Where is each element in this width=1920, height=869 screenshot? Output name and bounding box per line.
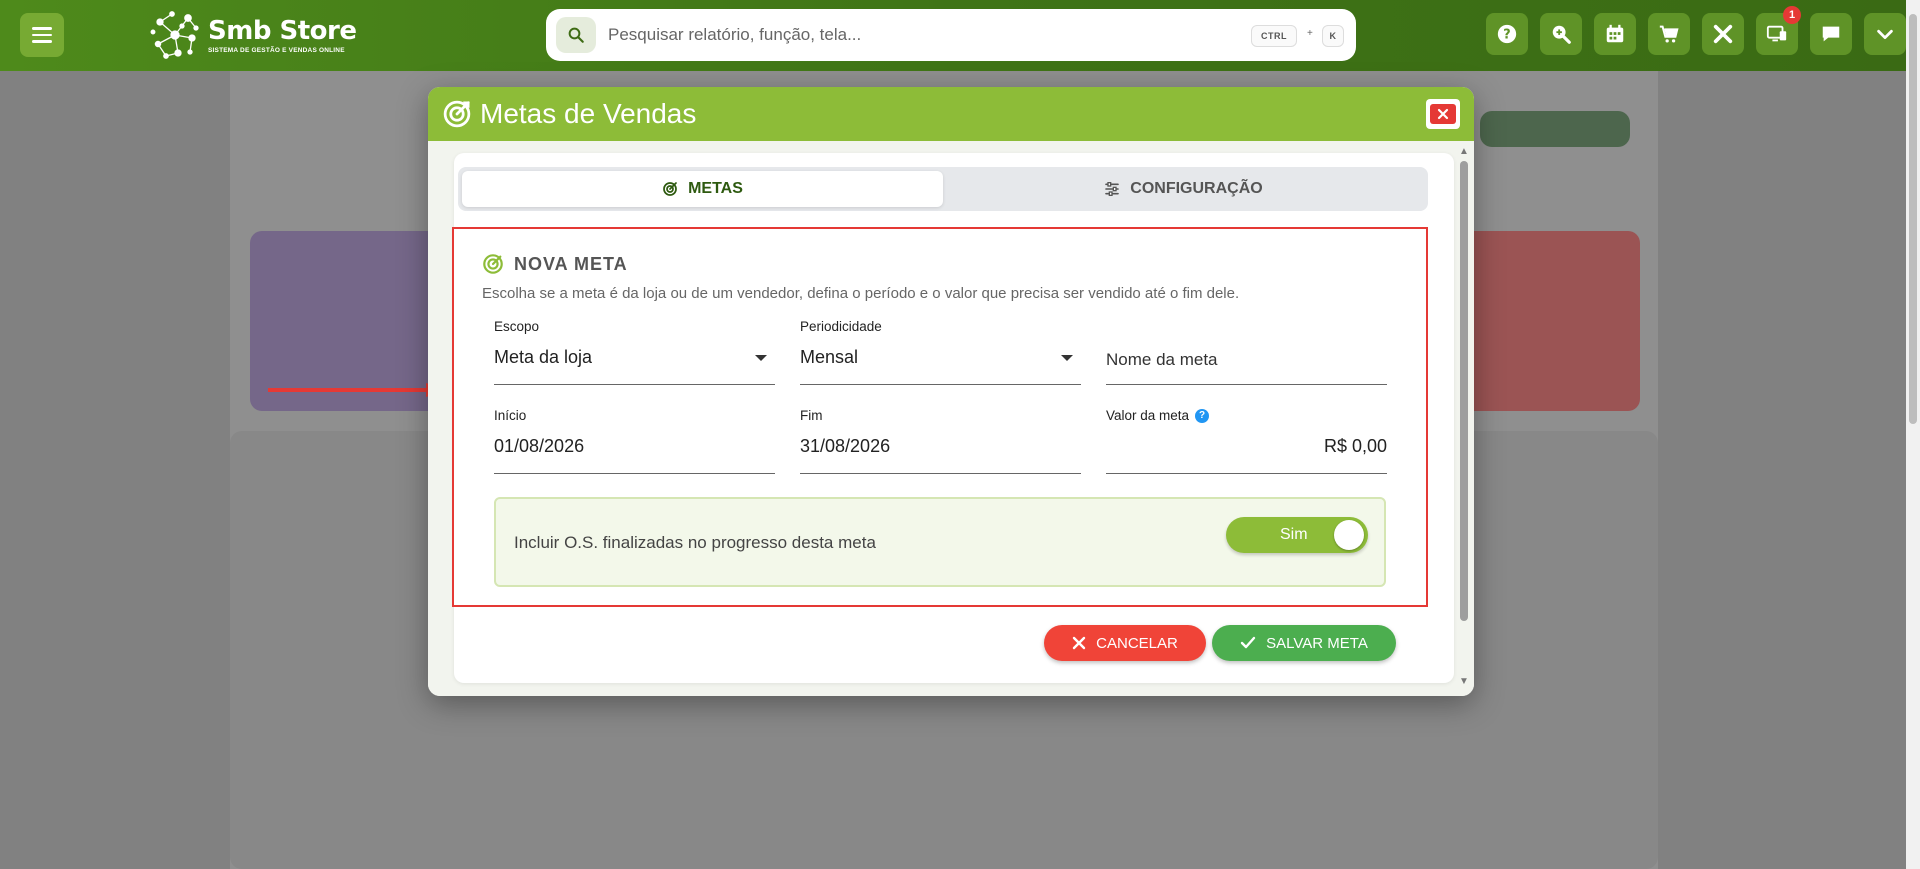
section-title: NOVA META — [482, 253, 628, 275]
section-description: Escolha se a meta é da loja ou de um ven… — [482, 285, 1240, 302]
toggle-knob — [1334, 520, 1364, 550]
periodicidade-value: Mensal — [800, 347, 859, 367]
target-icon — [663, 182, 677, 196]
cart-button[interactable] — [1648, 13, 1690, 55]
shortcut-k-key: K — [1322, 25, 1344, 47]
logo[interactable]: Smb Store SISTEMA DE GESTÃO E VENDAS ONL… — [148, 8, 357, 62]
close-icon — [1437, 108, 1449, 120]
fim-value: 31/08/2026 — [800, 436, 891, 456]
chevron-down-icon — [1877, 29, 1893, 40]
help-button[interactable]: ? — [1486, 13, 1528, 55]
search-icon[interactable] — [556, 17, 596, 53]
dropdown-caret-icon — [1061, 355, 1073, 361]
tools-button[interactable] — [1702, 13, 1744, 55]
fim-date-field[interactable]: Fim 31/08/2026 — [800, 408, 1081, 474]
page-scrollbar[interactable] — [1906, 0, 1920, 869]
logo-subtitle: SISTEMA DE GESTÃO E VENDAS ONLINE — [208, 46, 345, 54]
include-os-toggle[interactable]: Sim — [1226, 517, 1368, 553]
notification-badge: 1 — [1783, 6, 1801, 24]
escopo-label: Escopo — [494, 319, 540, 334]
save-button-label: SALVAR META — [1266, 634, 1368, 652]
tab-configuracao-label: CONFIGURAÇÃO — [1130, 180, 1263, 197]
sales-goals-modal: Metas de Vendas METAS CONFIGURAÇÃO NOVA … — [428, 87, 1474, 696]
fim-label: Fim — [800, 408, 823, 423]
tab-metas[interactable]: METAS — [462, 171, 943, 207]
valor-meta-label-wrap: Valor da meta ? — [1106, 408, 1210, 423]
new-goal-form: NOVA META Escolha se a meta é da loja ou… — [452, 227, 1428, 607]
close-button[interactable] — [1426, 99, 1460, 129]
escopo-value: Meta da loja — [494, 347, 593, 367]
tools-icon — [1713, 24, 1733, 44]
close-icon — [1072, 636, 1086, 650]
toolbar-icons: ? 1 — [1486, 6, 1906, 55]
top-bar: Smb Store SISTEMA DE GESTÃO E VENDAS ONL… — [0, 0, 1920, 71]
modal-body: METAS CONFIGURAÇÃO NOVA META Escolha se … — [428, 141, 1474, 696]
cancel-button[interactable]: CANCELAR — [1044, 625, 1206, 661]
chat-icon — [1822, 26, 1840, 42]
modal-header: Metas de Vendas — [428, 87, 1474, 141]
svg-text:?: ? — [1503, 28, 1510, 43]
modal-title: Metas de Vendas — [480, 98, 697, 129]
inicio-date-field[interactable]: Início 01/08/2026 — [494, 408, 775, 474]
logo-network-icon — [150, 11, 199, 59]
goal-target-icon — [483, 254, 503, 274]
zoom-button[interactable] — [1540, 13, 1582, 55]
include-os-label: Incluir O.S. finalizadas no progresso de… — [514, 533, 876, 552]
nome-meta-placeholder: Nome da meta — [1106, 350, 1218, 369]
shortcut-ctrl-key: CTRL — [1251, 25, 1297, 47]
tab-configuracao[interactable]: CONFIGURAÇÃO — [943, 171, 1424, 207]
monitor-icon — [1766, 25, 1787, 42]
help-icon: ? — [1497, 24, 1517, 44]
periodicidade-select[interactable]: Periodicidade Mensal — [800, 319, 1081, 385]
valor-meta-value: R$ 0,00 — [1323, 436, 1387, 456]
check-icon — [1240, 636, 1256, 649]
valor-meta-field[interactable]: Valor da meta ? R$ 0,00 — [1106, 408, 1387, 474]
dropdown-caret-icon — [755, 355, 767, 361]
modal-scrollbar[interactable]: ▲ ▼ — [1458, 147, 1470, 687]
section-title-text: NOVA META — [514, 253, 628, 274]
include-os-option: Incluir O.S. finalizadas no progresso de… — [494, 497, 1386, 587]
scroll-down-icon[interactable]: ▼ — [1458, 677, 1470, 687]
annotation-arrow-icon — [268, 383, 448, 397]
inicio-label: Início — [494, 408, 527, 423]
sliders-icon — [1105, 182, 1120, 196]
logo-title: Smb Store — [208, 15, 357, 46]
chat-button[interactable] — [1810, 13, 1852, 55]
tab-metas-label: METAS — [688, 180, 743, 197]
content-card: METAS CONFIGURAÇÃO NOVA META Escolha se … — [452, 153, 1454, 683]
tab-bar: METAS CONFIGURAÇÃO — [458, 167, 1428, 211]
search-input[interactable] — [608, 25, 1208, 45]
inicio-value: 01/08/2026 — [494, 436, 585, 456]
help-icon[interactable]: ? — [1195, 408, 1210, 423]
global-search[interactable]: CTRL + K — [546, 9, 1356, 61]
valor-meta-label: Valor da meta — [1106, 408, 1190, 423]
escopo-select[interactable]: Escopo Meta da loja — [494, 319, 775, 385]
more-button[interactable] — [1864, 13, 1906, 55]
save-goal-button[interactable]: SALVAR META — [1212, 625, 1396, 661]
shortcut-plus: + — [1307, 28, 1313, 39]
cancel-button-label: CANCELAR — [1096, 634, 1178, 652]
scroll-up-icon[interactable]: ▲ — [1458, 147, 1470, 157]
zoom-icon — [1552, 25, 1571, 44]
calendar-icon — [1606, 24, 1624, 43]
hamburger-menu-button[interactable] — [20, 13, 64, 57]
cart-icon — [1659, 25, 1679, 43]
monitor-button[interactable]: 1 — [1756, 6, 1801, 55]
calendar-button[interactable] — [1594, 13, 1636, 55]
toggle-value: Sim — [1280, 526, 1308, 543]
periodicidade-label: Periodicidade — [800, 319, 882, 334]
target-icon — [443, 100, 471, 128]
nome-meta-field[interactable]: Nome da meta — [1106, 319, 1387, 385]
